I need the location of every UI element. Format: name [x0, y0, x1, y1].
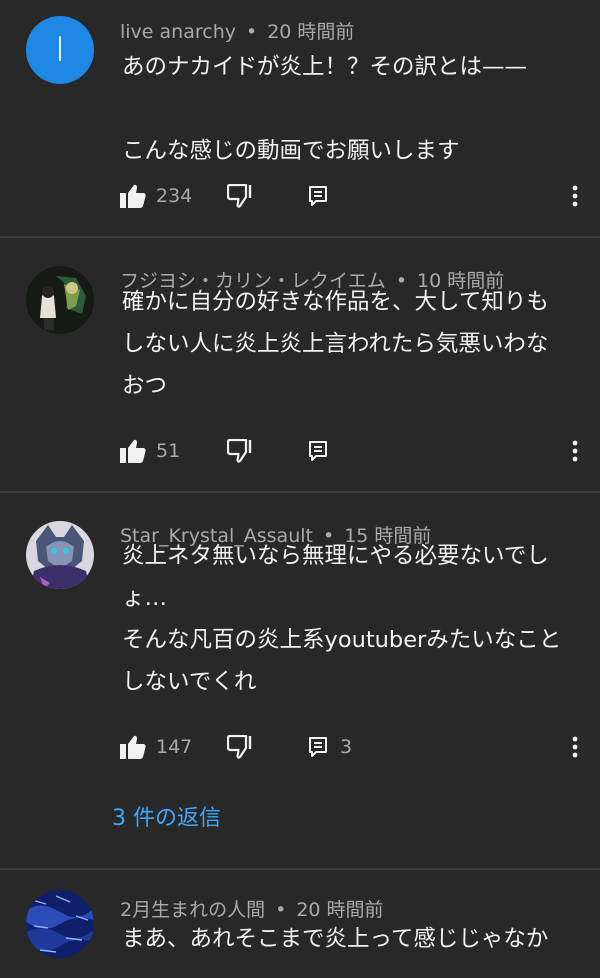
comment: Star_Krystal_Assault • 15 時間前 炎上ネタ無いなら無理にや…	[0, 493, 600, 870]
reply-icon	[309, 737, 327, 757]
more-options-button[interactable]	[572, 434, 578, 468]
avatar[interactable]	[26, 266, 94, 334]
avatar-image	[26, 890, 94, 958]
thumbs-up-icon	[120, 439, 146, 463]
reply-count: 3	[340, 736, 353, 758]
comment-text: 炎上ネタ無いなら無理にやる必要ないでし ょ… そんな凡百の炎上系youtuber…	[122, 543, 562, 695]
reply-button[interactable]	[308, 434, 328, 468]
timestamp: 20 時間前	[267, 21, 355, 43]
avatar[interactable]	[26, 521, 94, 589]
reply-button[interactable]: 3	[308, 730, 352, 764]
comment-actions: 147 3	[120, 730, 600, 764]
like-count: 51	[156, 440, 181, 462]
like-count: 147	[156, 736, 193, 758]
thumbs-down-icon	[227, 735, 252, 759]
reply-button[interactable]	[308, 179, 328, 213]
more-vert-icon	[572, 440, 578, 462]
comment-actions: 234	[120, 179, 600, 213]
comment-text: 確かに自分の好きな作品を、大して知りも しない人に炎上炎上言われたら気悪いわな …	[122, 289, 549, 399]
comment-actions: 51	[120, 434, 600, 468]
dislike-button[interactable]	[227, 730, 253, 764]
thumbs-up-icon	[120, 184, 146, 208]
comment-text: まあ、あれそこまで炎上って感じじゃなか	[122, 926, 549, 952]
avatar[interactable]: I	[26, 16, 94, 84]
more-options-button[interactable]	[572, 730, 578, 764]
reply-icon	[309, 186, 327, 206]
more-vert-icon	[572, 736, 578, 758]
like-button[interactable]: 147	[120, 730, 192, 764]
avatar-image	[26, 521, 94, 589]
dislike-button[interactable]	[227, 179, 253, 213]
reply-icon	[309, 441, 327, 461]
comment: 2月生まれの人間 • 20 時間前 まあ、あれそこまで炎上って感じじゃなか	[0, 870, 600, 978]
more-vert-icon	[572, 185, 578, 207]
avatar[interactable]	[26, 890, 94, 958]
author-name[interactable]: live anarchy	[120, 21, 236, 43]
comment-meta: live anarchy • 20 時間前	[120, 17, 354, 44]
thumbs-up-icon	[120, 735, 146, 759]
like-button[interactable]: 234	[120, 179, 192, 213]
thumbs-down-icon	[227, 184, 252, 208]
comment-text: あのナカイドが炎上！？その訳とは—— こんな感じの動画でお願いします	[122, 54, 528, 164]
more-options-button[interactable]	[572, 179, 578, 213]
avatar-image	[26, 266, 94, 334]
like-count: 234	[156, 185, 193, 207]
view-replies-link[interactable]: 3 件の返信	[112, 800, 221, 832]
comment: フジヨシ・カリン・レクイエム • 10 時間前 確かに自分の好きな作品を、大して知り…	[0, 238, 600, 493]
dislike-button[interactable]	[227, 434, 253, 468]
thumbs-down-icon	[227, 439, 252, 463]
comment: I live anarchy • 20 時間前 あのナカイドが炎上！？その訳とは——…	[0, 0, 600, 238]
like-button[interactable]: 51	[120, 434, 180, 468]
avatar-letter: I	[54, 30, 66, 70]
separator-dot: •	[246, 21, 258, 43]
